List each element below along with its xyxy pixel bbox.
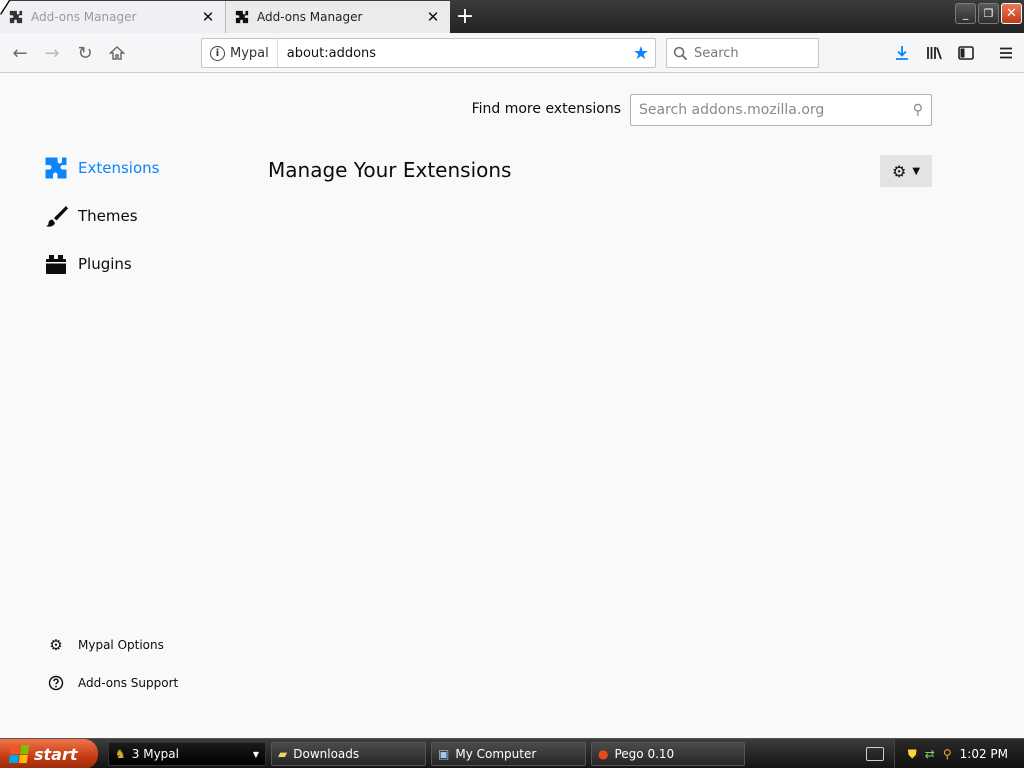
- download-icon: [896, 46, 908, 60]
- category-label: Plugins: [78, 255, 132, 273]
- taskbar-item-label: 3 Mypal: [131, 747, 179, 761]
- info-icon: i: [210, 45, 225, 61]
- category-label: Extensions: [78, 159, 160, 177]
- chevron-down-icon: ▼: [912, 165, 921, 177]
- reload-button[interactable]: ↻: [71, 39, 99, 67]
- taskbar-item-downloads[interactable]: ▰ Downloads: [271, 742, 426, 766]
- hamburger-icon: [1000, 47, 1012, 59]
- close-icon[interactable]: ✕: [199, 8, 217, 26]
- tab-addons-manager-2[interactable]: Add-ons Manager ✕: [225, 1, 450, 33]
- taskbar-item-label: Downloads: [293, 747, 360, 761]
- menu-button[interactable]: [992, 39, 1020, 67]
- help-icon: [48, 675, 64, 691]
- start-label: start: [34, 744, 78, 764]
- category-plugins[interactable]: Plugins: [44, 252, 132, 276]
- taskbar-item-label: My Computer: [455, 747, 537, 761]
- pego-icon: ●: [598, 747, 609, 761]
- new-tab-button[interactable]: +: [452, 4, 478, 29]
- chevron-down-icon: ▼: [252, 749, 259, 759]
- windows-flag-icon: [8, 745, 30, 763]
- close-icon[interactable]: ✕: [424, 8, 442, 26]
- taskbar-item-my-computer[interactable]: ▣ My Computer: [431, 742, 586, 766]
- window-controls: _ ❐ ✕: [955, 3, 1022, 24]
- mypal-options-link[interactable]: ⚙ Mypal Options: [48, 636, 164, 654]
- library-button[interactable]: [920, 39, 948, 67]
- tab-label: Add-ons Manager: [31, 10, 137, 24]
- page-title: Manage Your Extensions: [268, 158, 512, 182]
- minimize-button[interactable]: _: [955, 3, 976, 24]
- footer-label: Add-ons Support: [78, 676, 179, 690]
- search-icon: [673, 46, 688, 60]
- keyboard-icon[interactable]: [866, 747, 884, 761]
- url-bar[interactable]: i Mypal about:addons ★: [201, 38, 656, 68]
- gear-icon: ⚙: [49, 636, 63, 654]
- downloads-button[interactable]: [888, 39, 916, 67]
- sidebar-icon: [958, 46, 974, 60]
- forward-button[interactable]: →: [38, 39, 66, 67]
- gear-icon: ⚙: [891, 161, 907, 181]
- search-placeholder: Search: [694, 45, 739, 61]
- tab-strip: Add-ons Manager ✕ Add-ons Manager ✕ + _ …: [0, 0, 1024, 33]
- tools-menu-button[interactable]: ⚙ ▼: [880, 155, 932, 187]
- url-text[interactable]: about:addons: [278, 46, 627, 61]
- shield-icon[interactable]: ⛊: [908, 747, 917, 762]
- window-close-button[interactable]: ✕: [1001, 3, 1022, 24]
- navigation-toolbar: ← → ↻ i Mypal about:addons ★ Search: [0, 33, 1024, 73]
- mypal-icon: ♞: [115, 747, 126, 761]
- tab-label: Add-ons Manager: [257, 10, 363, 24]
- magnifier-icon[interactable]: ⚲: [943, 747, 952, 761]
- library-icon: [926, 47, 942, 60]
- identity-box[interactable]: i Mypal: [202, 39, 278, 67]
- addons-support-link[interactable]: Add-ons Support: [48, 675, 178, 691]
- category-themes[interactable]: Themes: [44, 204, 138, 228]
- start-button[interactable]: start: [0, 739, 98, 768]
- mouse-cursor: [0, 0, 9, 14]
- network-icon[interactable]: ⇄: [925, 747, 935, 761]
- puzzle-icon: [8, 9, 24, 25]
- footer-label: Mypal Options: [78, 638, 164, 652]
- home-icon: [109, 45, 125, 60]
- taskbar-item-label: Pego 0.10: [614, 747, 675, 761]
- category-extensions[interactable]: Extensions: [44, 156, 159, 180]
- reload-icon: ↻: [77, 42, 93, 64]
- find-more-label: Find more extensions: [471, 101, 621, 117]
- arrow-left-icon: ←: [12, 42, 28, 64]
- system-tray: ⛊ ⇄ ⚲ 1:02 PM: [894, 739, 1024, 768]
- taskbar-item-pego[interactable]: ● Pego 0.10: [591, 742, 745, 766]
- bookmark-star-icon[interactable]: ★: [627, 43, 655, 64]
- search-input[interactable]: Search: [666, 38, 819, 68]
- taskbar: start ♞ 3 Mypal ▼ ▰ Downloads ▣ My Compu…: [0, 738, 1024, 768]
- sidebar-button[interactable]: [952, 39, 980, 67]
- plugin-icon: [44, 252, 68, 276]
- arrow-right-icon: →: [44, 42, 60, 64]
- amo-search-input[interactable]: [639, 102, 913, 118]
- computer-icon: ▣: [438, 747, 450, 761]
- brush-icon: [44, 204, 68, 228]
- clock[interactable]: 1:02 PM: [960, 747, 1008, 761]
- home-button[interactable]: [103, 39, 131, 67]
- addons-manager-page: Find more extensions ⚲ Extensions Themes…: [0, 74, 1024, 738]
- back-button[interactable]: ←: [6, 39, 34, 67]
- tab-addons-manager-1[interactable]: Add-ons Manager ✕: [0, 1, 225, 33]
- category-label: Themes: [78, 207, 138, 225]
- restore-button[interactable]: ❐: [978, 3, 999, 24]
- folder-icon: ▰: [278, 747, 288, 761]
- puzzle-icon: [44, 156, 68, 180]
- identity-label: Mypal: [230, 45, 269, 61]
- amo-search-field[interactable]: ⚲: [630, 94, 932, 126]
- taskbar-item-mypal[interactable]: ♞ 3 Mypal ▼: [108, 742, 266, 766]
- search-icon: ⚲: [912, 102, 923, 118]
- puzzle-icon: [234, 9, 250, 25]
